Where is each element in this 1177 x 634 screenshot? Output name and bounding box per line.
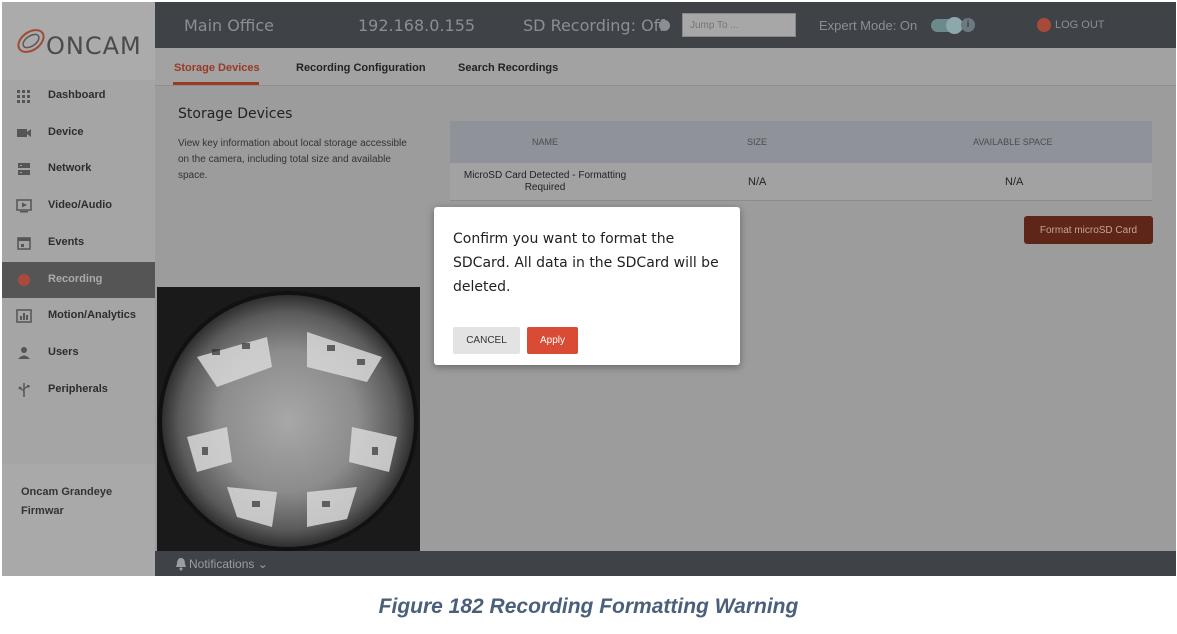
table-header: NAME SIZE AVAILABLE SPACE [450,121,1152,163]
power-icon[interactable] [1037,18,1051,32]
oncam-logo-icon [17,29,45,53]
brand-name: ONCAM [46,32,142,60]
logout-button[interactable]: LOG OUT [1055,19,1105,31]
column-header-available-space: AVAILABLE SPACE [973,137,1053,147]
active-tab-indicator [173,82,259,85]
sidebar-item-video-audio[interactable]: Video/Audio [2,188,155,224]
cancel-button[interactable]: CANCEL [453,327,520,354]
chevron-down-icon: ⌄ [257,557,268,571]
sidebar-item-motion-analytics[interactable]: Motion/Analytics [2,298,155,334]
jump-to-input[interactable] [682,13,796,37]
bar-chart-icon [16,309,32,323]
sd-recording-status: SD Recording: Off [523,16,665,35]
device-model: Oncam Grandeye [21,486,113,498]
record-dot-icon [18,274,30,286]
camera-ip: 192.168.0.155 [358,16,476,35]
brand-logo[interactable]: ONCAM [2,2,155,80]
page-description: View key information about local storage… [178,138,407,181]
sidebar-item-label: Motion/Analytics [48,309,137,321]
sidebar-item-device[interactable]: Device [2,115,155,151]
sidebar-item-label: Recording [48,273,103,285]
format-confirm-dialog: Confirm you want to format the SDCard. A… [434,207,740,365]
sidebar-item-dashboard[interactable]: Dashboard [2,78,155,114]
format-microsd-button[interactable]: Format microSD Card [1024,216,1153,244]
server-icon [18,163,30,175]
tab-storage-devices[interactable]: Storage Devices [174,62,260,74]
user-icon [18,347,30,359]
notifications-label: Notifications [189,557,255,571]
play-icon [16,199,32,213]
location-name: Main Office [184,16,274,35]
sidebar-item-users[interactable]: Users [2,335,155,371]
column-header-name: NAME [532,137,559,147]
status-dot-icon [659,20,670,31]
storage-available-cell: N/A [1005,176,1024,188]
sidebar-footer: Oncam Grandeye Firmwar [2,464,155,576]
notifications-toggle[interactable]: Notifications ⌄ [189,557,268,571]
bell-icon[interactable] [175,557,187,571]
figure-caption: Figure 182 Recording Formatting Warning [378,595,799,618]
expert-mode-label: Expert Mode: On [819,18,918,33]
tab-search-recordings[interactable]: Search Recordings [458,62,558,74]
table-row: MicroSD Card Detected - Formatting Requi… [450,163,1152,201]
notifications-bar: Notifications ⌄ [155,551,1176,576]
sidebar-item-label: Peripherals [48,383,108,395]
fisheye-image [157,287,420,551]
sidebar-item-recording[interactable]: Recording [2,262,155,298]
expert-mode-toggle[interactable] [931,17,963,34]
sidebar-item-label: Video/Audio [48,199,112,211]
column-header-size: SIZE [747,137,768,147]
page-title: Storage Devices [178,106,293,122]
sidebar-item-events[interactable]: Events [2,225,155,261]
camera-icon [17,129,31,137]
usb-icon [18,383,30,397]
grid-icon [17,90,30,103]
sidebar-item-peripherals[interactable]: Peripherals [2,372,155,408]
calendar-icon [17,237,31,250]
sidebar: ONCAM Dashboard Device Network Video/Aud… [2,2,155,576]
firmware-label: Firmwar [21,505,64,517]
info-icon[interactable]: i [961,18,975,32]
sidebar-item-label: Events [48,236,85,248]
tab-recording-configuration[interactable]: Recording Configuration [296,62,426,74]
sidebar-item-label: Network [48,162,92,174]
apply-button[interactable]: Apply [527,327,578,354]
sidebar-item-label: Device [48,126,84,138]
camera-preview [157,287,420,551]
tab-bar: Storage Devices Recording Configuration … [155,48,1176,86]
top-header: Main Office 192.168.0.155 SD Recording: … [155,2,1176,48]
sidebar-item-network[interactable]: Network [2,151,155,187]
dialog-message: Confirm you want to format the SDCard. A… [453,231,719,295]
storage-size-cell: N/A [748,176,767,188]
sidebar-item-label: Dashboard [48,89,106,101]
storage-name-cell: MicroSD Card Detected - Formatting Requi… [463,170,627,193]
sidebar-item-label: Users [48,346,79,358]
